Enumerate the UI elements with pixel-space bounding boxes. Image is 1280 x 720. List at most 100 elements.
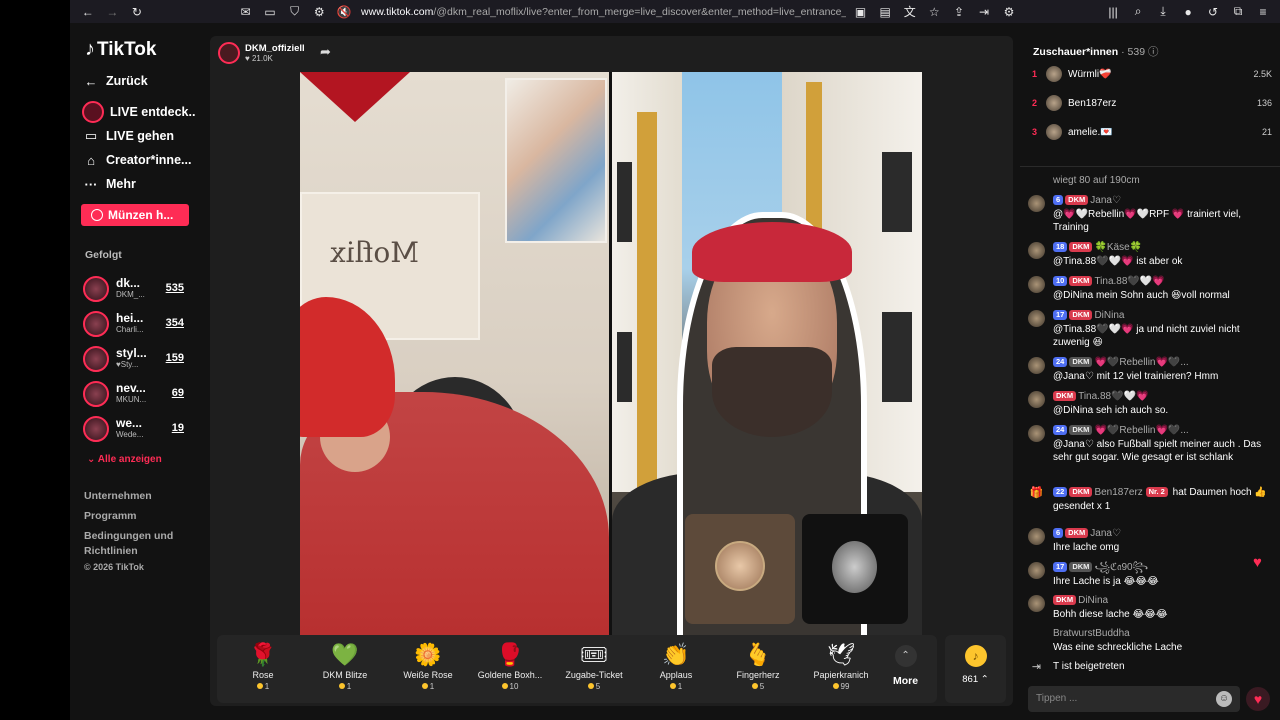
nav-live-discover[interactable]: LIVE entdeck.. [82,101,195,123]
gift-name: Weiße Rose [403,670,453,680]
chat-user[interactable]: ꧁ℭ𝔞90꧂ [1094,562,1148,573]
chat-user[interactable]: Jana♡ [1090,528,1121,539]
gift-name: Rose [252,670,274,680]
followed-account[interactable]: we... Wede... 19 [83,415,188,445]
top-viewer-row[interactable]: 3 amelie.💌 21 [1032,122,1272,142]
mute-icon[interactable]: 🔇 [337,5,352,19]
bookmark-star-icon[interactable]: ☆ [927,5,941,19]
gift-item[interactable]: 🌼 Weiße Rose 1 [387,641,469,691]
sidebar-toggle-icon[interactable]: ⇥ [977,5,991,19]
history-icon[interactable]: ↺ [1206,5,1220,19]
gift-item[interactable]: 🕊 Papierkranich 99 [800,641,882,691]
tiktok-logo[interactable]: ♪ TikTok [85,38,156,61]
reload-icon[interactable]: ↻ [130,5,144,19]
gift-item[interactable]: 🎟 Zugabe-Ticket 5 [553,641,635,691]
screenshot-icon[interactable]: ▤ [878,5,892,19]
followed-account[interactable]: hei... Charli... 354 [83,310,188,340]
share-icon[interactable]: ⇪ [952,5,966,19]
viewer-count: 19 [171,422,184,434]
chat-message: 🎁 22 DKM Ben187erz Nr. 2 hat Daumen hoch 👍 … [1028,486,1278,513]
footer-program-link[interactable]: Programm [84,509,137,524]
gift-name: Zugabe-Ticket [565,670,623,680]
footer-terms-link[interactable]: Bedingungen und [84,529,173,544]
message-body: DKM DiNina Bohh diese lache 😂😂😂 [1053,594,1278,621]
gift-item[interactable]: 💚 DKM Blitze 1 [304,641,386,691]
avatar[interactable] [1028,242,1045,259]
chat-user[interactable]: BratwurstBuddha [1053,628,1130,639]
level-badge: 18 [1053,242,1068,252]
avatar[interactable] [1028,595,1045,612]
footer-company-link[interactable]: Unternehmen [84,489,152,504]
avatar[interactable] [1028,276,1045,293]
avatar[interactable] [1028,195,1045,212]
folder-icon[interactable]: ▭ [263,5,277,19]
info-icon[interactable]: ⓘ [1148,46,1159,58]
share-arrow-icon[interactable]: ➦ [320,44,336,60]
like-heart-icon[interactable]: ♥ [1246,687,1270,711]
chat-user[interactable]: 🍀Käse🍀 [1094,242,1142,253]
nav-more[interactable]: ··· Mehr [82,175,136,193]
gift-item[interactable]: 🥊 Goldene Boxh... 10 [469,641,551,691]
chat-user[interactable]: Ben187erz [1094,487,1142,498]
avatar[interactable] [1028,391,1045,408]
top-viewer-row[interactable]: 2 Ben187erz 136 [1032,93,1272,113]
video-player[interactable]: Moflix [300,72,922,635]
translate-icon[interactable]: 文 [903,5,917,19]
join-notice: ⇥ T ist beigetreten [1028,660,1278,674]
extensions-icon[interactable]: ⧉ [1231,4,1245,19]
emoji-icon[interactable]: ☺ [1216,691,1232,707]
host-avatar[interactable] [218,42,240,64]
chat-user[interactable]: DiNina [1094,310,1124,321]
chat-user[interactable]: T [1053,661,1059,672]
chat-user[interactable]: Jana♡ [1090,195,1121,206]
footer-policies-link[interactable]: Richtlinien [84,544,138,559]
avatar[interactable] [1028,562,1045,579]
gift-price-value: 1 [264,682,270,691]
co-guest-tile[interactable] [802,514,908,624]
coin-icon [256,683,263,689]
avatar[interactable] [1028,425,1045,442]
nav-label: Mehr [106,177,136,191]
host-info[interactable]: DKM_offiziell ♥ 21.0K [218,42,305,64]
gift-item[interactable]: 👏 Applaus 1 [635,641,717,691]
back-link[interactable]: ← Zurück [82,72,148,90]
back-arrow-icon[interactable]: ← [81,5,95,19]
extensions-gear-icon[interactable]: ⚙ [1002,5,1016,19]
download-icon[interactable]: ⤓ [1156,4,1170,19]
shield-icon[interactable]: ⛉ [288,4,302,19]
show-all-link[interactable]: ⌄ Alle anzeigen [87,454,162,465]
get-coins-button[interactable]: Münzen h... [81,204,189,226]
menu-icon[interactable]: ≡ [1256,5,1270,19]
chat-user[interactable]: Tina.88🖤🤍💗 [1094,276,1164,287]
search-icon[interactable]: ⌕ [1131,4,1145,19]
notification-icon[interactable]: ● [1181,5,1195,19]
viewers-title: Zuschauer*innen [1033,46,1119,58]
more-gifts-button[interactable]: ⌃ More [893,645,918,687]
gift-icon: 🎁 [1029,487,1044,499]
avatar[interactable] [1028,528,1045,545]
avatar[interactable] [1028,357,1045,374]
co-guest-tile[interactable] [685,514,795,624]
followed-account[interactable]: dk... DKM_... 535 [83,275,188,305]
coin-balance-button[interactable]: ♪ 861 ⌃ [945,635,1006,703]
top-viewer-row[interactable]: 1 Würmli❤️‍🩹 2.5K [1032,64,1272,84]
picture-in-picture-icon[interactable]: ▣ [854,5,868,19]
avatar[interactable] [1028,310,1045,327]
chat-user[interactable]: DiNina [1078,595,1108,606]
chat-user[interactable]: 💗🖤Rebellin💗🖤... [1094,425,1188,436]
nav-creator[interactable]: ⌂ Creator*inne... [82,151,191,169]
nav-go-live[interactable]: ▭ LIVE gehen [82,127,174,145]
followed-account[interactable]: nev... MKUN... 69 [83,380,188,410]
forward-arrow-icon[interactable]: → [106,5,120,19]
show-all-label: Alle anzeigen [97,454,162,465]
permissions-icon[interactable]: ⚙ [312,5,326,19]
mail-icon[interactable]: ✉ [239,5,253,19]
gift-item[interactable]: 🫰 Fingerherz 5 [717,641,799,691]
address-bar[interactable]: www.tiktok.com/@dkm_real_moflix/live?ent… [361,6,846,18]
gift-item[interactable]: 🌹 Rose 1 [222,641,304,691]
chat-user[interactable]: 💗🖤Rebellin💗🖤... [1094,357,1188,368]
chat-user[interactable]: Tina.88🖤🤍💗 [1078,391,1148,402]
chat-input[interactable]: Tippen ... [1028,686,1240,712]
followed-account[interactable]: styl... ♥Sty... 159 [83,345,188,375]
library-icon[interactable]: ||| [1106,5,1120,19]
